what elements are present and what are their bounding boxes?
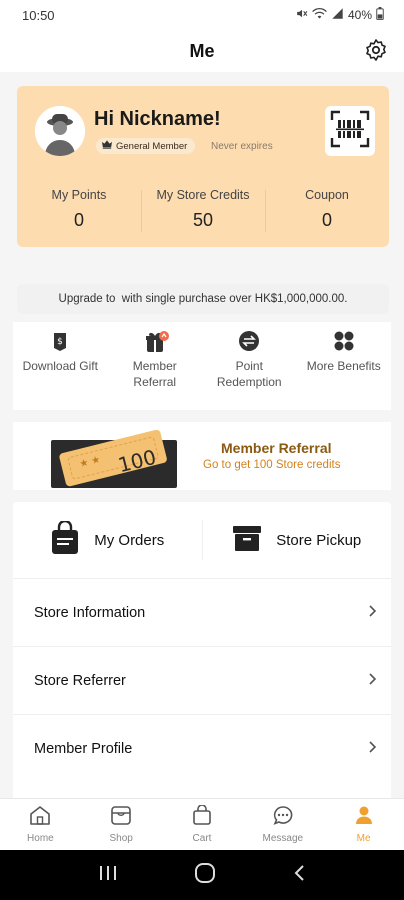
stat-label: Coupon: [305, 188, 349, 202]
grid-icon: [333, 330, 355, 352]
person-icon: [354, 805, 374, 830]
quick-link-member-referral[interactable]: Member Referral: [108, 322, 203, 410]
mute-icon: [295, 7, 308, 23]
tab-shop[interactable]: Shop: [81, 799, 162, 850]
member-barcode-button[interactable]: [325, 106, 375, 156]
crown-icon: [102, 140, 112, 152]
referral-gift-icon: [144, 330, 169, 352]
tab-cart[interactable]: Cart: [162, 799, 243, 850]
tier-badge: General Member: [96, 138, 196, 154]
stat-points[interactable]: My Points 0: [17, 188, 141, 231]
chevron-right-icon: [369, 604, 377, 621]
stat-value: 0: [73, 210, 84, 230]
tab-label: Me: [356, 833, 371, 844]
stat-label: My Points: [51, 188, 107, 202]
page-title: Me: [189, 40, 215, 61]
battery-icon: [376, 7, 384, 23]
svg-text:$: $: [57, 337, 63, 347]
orders-card: My Orders Store Pickup Store Information…: [13, 502, 391, 798]
status-time: 10:50: [22, 7, 55, 23]
referral-title: Member Referral: [221, 440, 332, 456]
tab-home[interactable]: Home: [0, 799, 81, 850]
status-bar: 10:50 40%: [0, 0, 404, 30]
stat-value: 50: [192, 210, 214, 230]
avatar[interactable]: [35, 106, 85, 156]
wifi-icon: [312, 7, 327, 23]
archive-box-icon: [232, 523, 262, 557]
quick-link-label: More Benefits: [306, 359, 381, 373]
shop-icon: [110, 805, 132, 830]
system-nav-bar: [0, 850, 404, 900]
quick-link-label: Member Referral: [132, 359, 177, 389]
menu-row-store-referrer[interactable]: Store Referrer: [13, 646, 391, 714]
quick-link-download-gift[interactable]: $ Download Gift: [13, 322, 108, 410]
quick-link-point-redemption[interactable]: Point Redemption: [202, 322, 297, 410]
my-orders-label: My Orders: [94, 531, 165, 549]
tab-label: Message: [262, 833, 304, 844]
referral-subtitle: Go to get 100 Store credits: [203, 459, 341, 471]
battery-percent: 40%: [347, 8, 372, 22]
member-card[interactable]: Hi Nickname! General Member Never expire…: [17, 86, 389, 247]
shopping-bag-icon: [50, 519, 80, 559]
cart-icon: [192, 804, 212, 830]
chevron-right-icon: [369, 740, 377, 757]
page-header: Me: [0, 30, 404, 72]
tab-label: Home: [27, 833, 54, 844]
back-icon[interactable]: [292, 864, 306, 887]
tab-label: Shop: [109, 833, 133, 844]
voucher-illustration: ★ ★: [49, 429, 179, 493]
tab-me[interactable]: Me: [323, 799, 404, 850]
referral-banner[interactable]: ★ ★ 100 Member Referral Go to get 100 St…: [13, 422, 391, 490]
store-pickup-button[interactable]: Store Pickup: [203, 523, 392, 557]
stat-label: My Store Credits: [156, 188, 250, 202]
greeting: Hi Nickname!: [94, 108, 221, 130]
upgrade-notice: Upgrade to with single purchase over HK$…: [17, 284, 389, 314]
menu-label: Store Referrer: [34, 672, 126, 689]
signal-icon: [331, 7, 344, 23]
settings-gear-icon[interactable]: [364, 38, 388, 62]
recent-apps-icon[interactable]: [98, 864, 118, 887]
quick-link-more-benefits[interactable]: More Benefits: [297, 322, 392, 410]
menu-row-member-profile[interactable]: Member Profile: [13, 714, 391, 782]
barcode-scan-icon: [330, 110, 370, 153]
tab-message[interactable]: Message: [242, 799, 323, 850]
quick-link-label: Download Gift: [22, 359, 98, 373]
upgrade-text: Upgrade to with single purchase over HK$…: [58, 293, 348, 305]
bottom-tab-bar: Home Shop Cart Message Me: [0, 798, 404, 850]
menu-label: Store Information: [34, 604, 146, 621]
tier-label: General Member: [116, 140, 188, 152]
menu-row-store-information[interactable]: Store Information: [13, 578, 391, 646]
stat-store-credits[interactable]: My Store Credits 50: [141, 188, 265, 232]
quick-links: $ Download Gift Member Referral Point Re…: [13, 322, 391, 410]
message-icon: [272, 805, 294, 830]
home-circle-icon[interactable]: [194, 862, 216, 889]
stat-coupon[interactable]: Coupon 0: [265, 188, 389, 232]
exchange-icon: [238, 330, 260, 352]
expiry-label: Never expires: [211, 141, 273, 152]
quick-link-label: Point Redemption: [216, 359, 282, 389]
home-icon: [29, 805, 51, 830]
store-pickup-label: Store Pickup: [276, 531, 362, 549]
gift-tag-icon: $: [49, 330, 71, 352]
menu-label: Member Profile: [34, 740, 133, 757]
my-orders-button[interactable]: My Orders: [13, 519, 202, 559]
status-icons: 40%: [295, 7, 384, 23]
orders-row: My Orders Store Pickup: [13, 502, 391, 578]
tab-label: Cart: [192, 833, 212, 844]
chevron-right-icon: [369, 672, 377, 689]
member-stats: My Points 0 My Store Credits 50 Coupon 0: [17, 188, 389, 232]
stat-value: 0: [321, 210, 332, 230]
page-content: Hi Nickname! General Member Never expire…: [0, 72, 404, 798]
